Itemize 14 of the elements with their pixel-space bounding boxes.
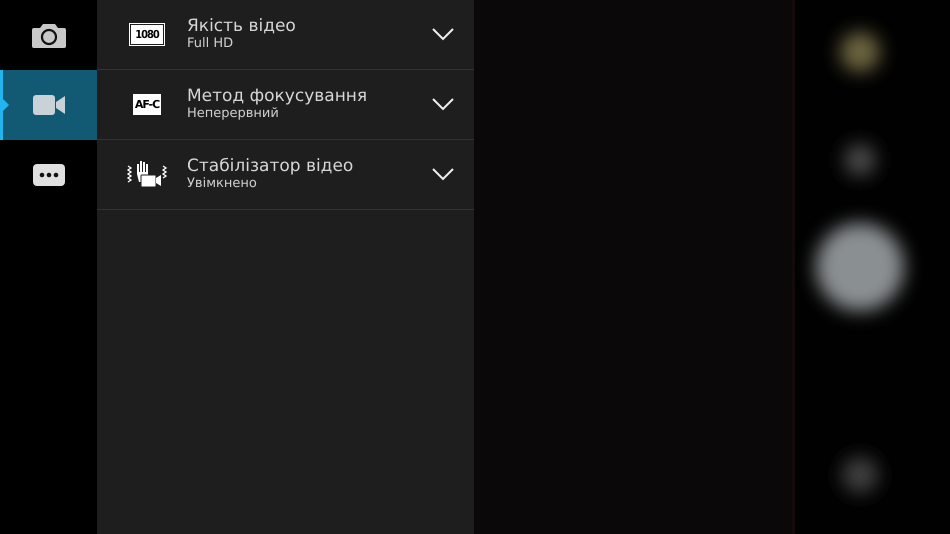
setting-value: Неперервний [187,106,280,124]
setting-row[interactable]: 1080 Якість відео Full HD [97,0,474,70]
setting-row[interactable]: Стабілізатор відео Увімкнено [97,140,474,210]
stabilizer-icon [127,160,167,190]
setting-title: Якість відео [187,16,297,36]
setting-value: Full HD [187,36,234,54]
setting-row[interactable]: AF-C Метод фокусування Неперервний [97,70,474,140]
video-camera-icon [32,95,64,115]
setting-value: Увімкнено [187,176,258,194]
selection-indicator [0,70,10,140]
camera-icon [32,22,66,48]
setting-title: Стабілізатор відео [187,156,354,176]
setting-title: Метод фокусування [187,86,368,106]
more-icon [32,164,64,186]
